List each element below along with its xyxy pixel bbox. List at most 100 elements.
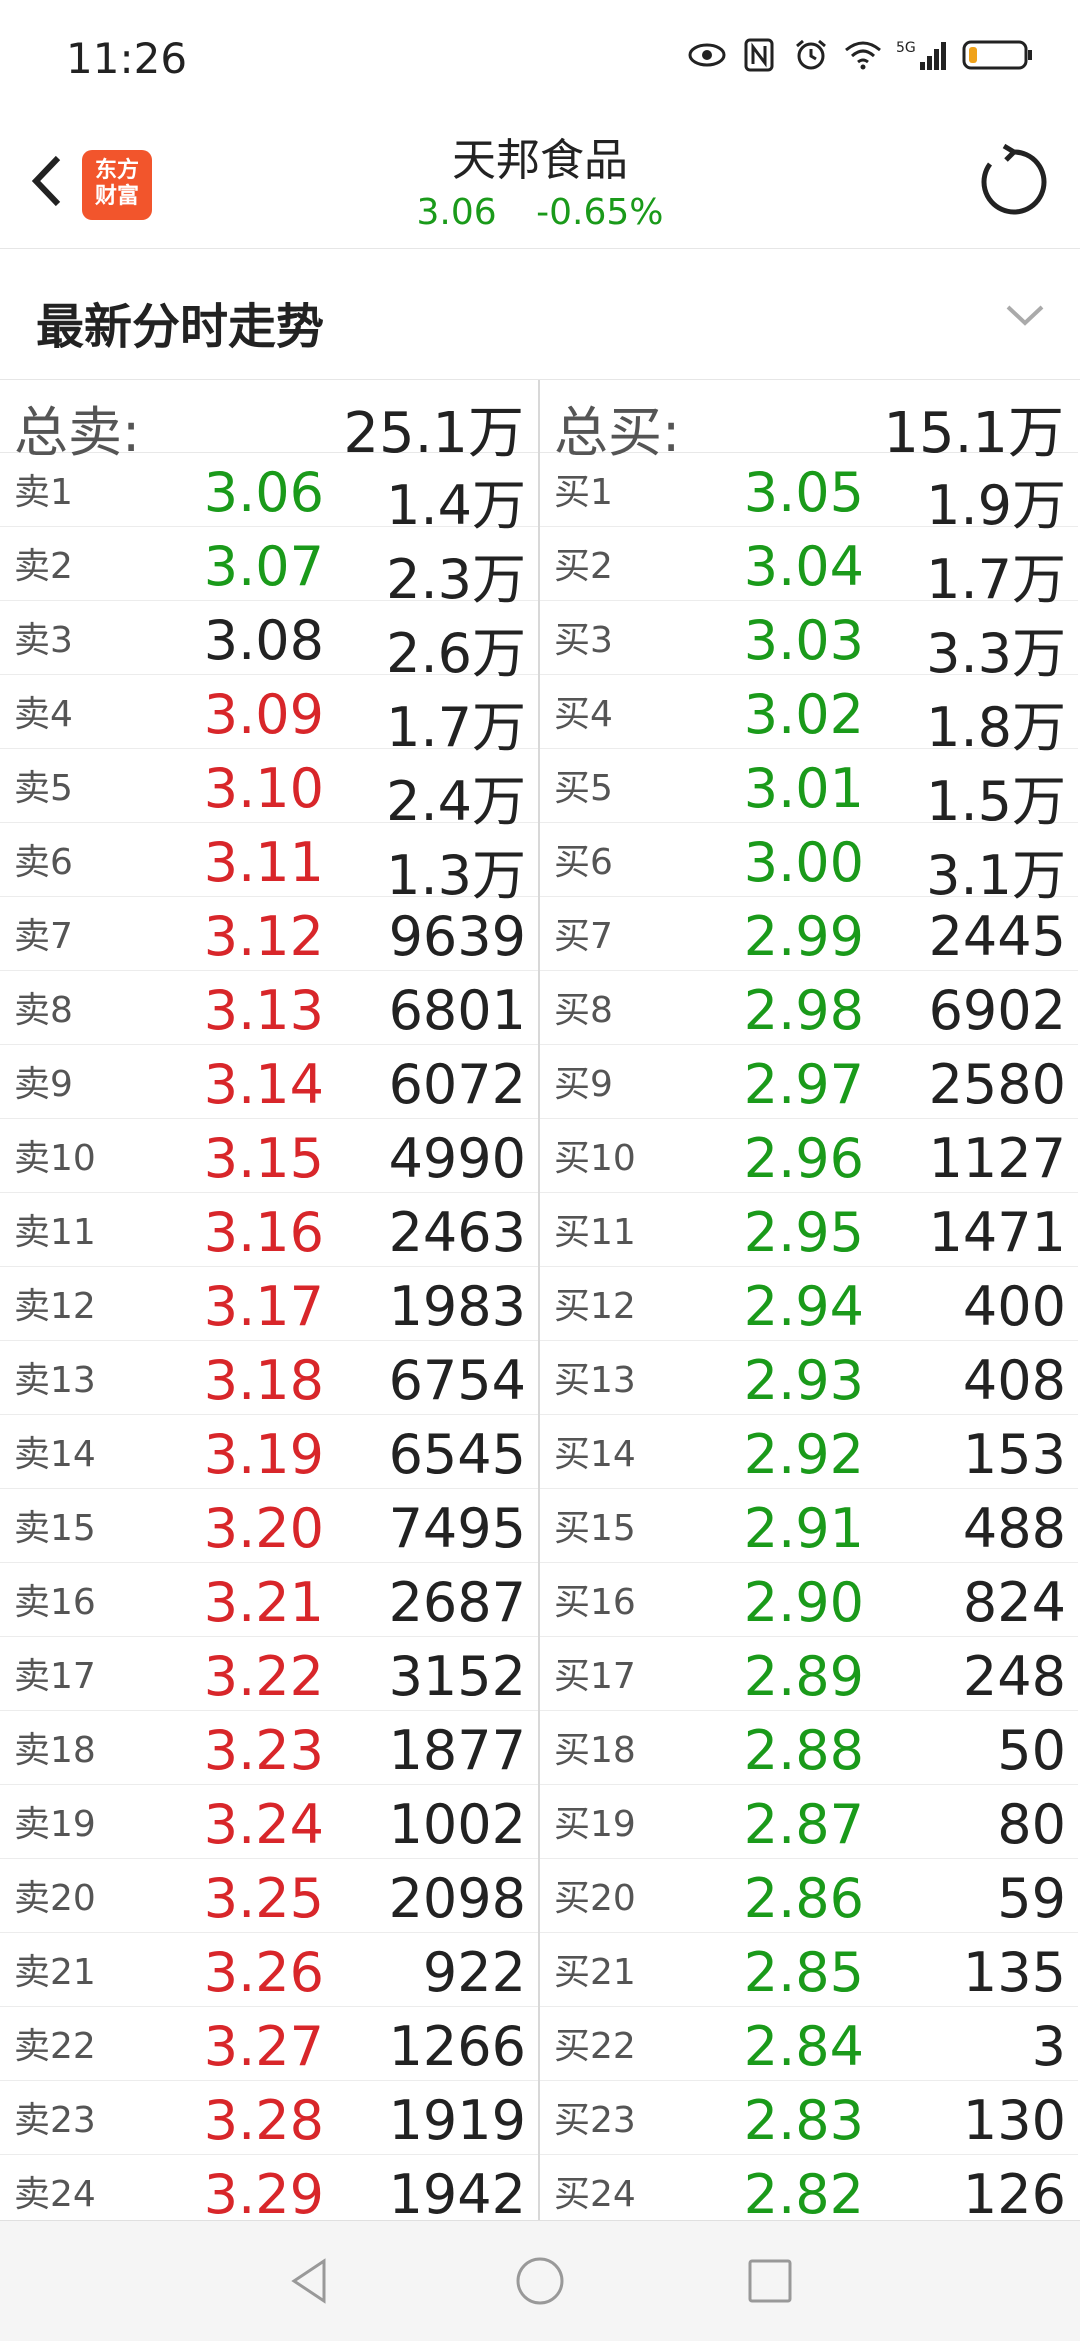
buy-row[interactable]: 买2 3.04 1.7万 (540, 527, 1078, 611)
buy-volume: 50 (997, 1719, 1066, 1782)
sell-row[interactable]: 卖22 3.27 1266 (0, 2007, 538, 2081)
sell-row[interactable]: 卖17 3.22 3152 (0, 1637, 538, 1711)
sell-price: 3.25 (203, 1867, 324, 1930)
sell-row[interactable]: 卖11 3.16 2463 (0, 1193, 538, 1267)
sell-row[interactable]: 卖10 3.15 4990 (0, 1119, 538, 1193)
buy-row[interactable]: 买3 3.03 3.3万 (540, 601, 1078, 685)
buy-row[interactable]: 买22 2.84 3 (540, 2007, 1078, 2081)
buy-volume: 248 (962, 1645, 1066, 1708)
buy-row[interactable]: 买23 2.83 130 (540, 2081, 1078, 2155)
sell-row[interactable]: 卖15 3.20 7495 (0, 1489, 538, 1563)
sell-volume: 1002 (388, 1793, 526, 1856)
buy-row[interactable]: 买15 2.91 488 (540, 1489, 1078, 1563)
buy-row[interactable]: 买17 2.89 248 (540, 1637, 1078, 1711)
sell-volume: 1919 (388, 2089, 526, 2152)
buy-row[interactable]: 买18 2.88 50 (540, 1711, 1078, 1785)
buy-volume: 400 (962, 1275, 1066, 1338)
buy-row[interactable]: 买20 2.86 59 (540, 1859, 1078, 1933)
buy-row[interactable]: 买7 2.99 2445 (540, 897, 1078, 971)
sell-row[interactable]: 卖12 3.17 1983 (0, 1267, 538, 1341)
buy-row[interactable]: 买8 2.98 6902 (540, 971, 1078, 1045)
buy-price: 2.99 (743, 905, 864, 968)
buy-level-label: 买19 (554, 1804, 636, 1845)
buy-row[interactable]: 买9 2.97 2580 (540, 1045, 1078, 1119)
sell-volume: 1983 (388, 1275, 526, 1338)
buy-price: 2.84 (743, 2015, 864, 2078)
sell-row[interactable]: 卖7 3.12 9639 (0, 897, 538, 971)
buy-volume: 59 (997, 1867, 1066, 1930)
sell-row[interactable]: 卖21 3.26 922 (0, 1933, 538, 2007)
buy-volume: 135 (962, 1941, 1066, 2004)
sell-column: 总卖: 25.1万 卖1 3.06 1.4万 卖2 3.07 2.3万 卖3 3.08 2.6万… (0, 380, 538, 2220)
buy-price: 2.96 (743, 1127, 864, 1190)
buy-level-label: 买3 (554, 620, 613, 661)
buy-price: 3.02 (743, 683, 864, 746)
buy-price: 2.88 (743, 1719, 864, 1782)
buy-row[interactable]: 买21 2.85 135 (540, 1933, 1078, 2007)
stock-header: 东方 财富 天邦食品 3.06 -0.65% (0, 120, 1080, 249)
sell-price: 3.14 (203, 1053, 324, 1116)
buy-row[interactable]: 买5 3.01 1.5万 (540, 749, 1078, 833)
eye-icon (688, 36, 726, 74)
buy-row[interactable]: 买24 2.82 126 (540, 2155, 1078, 2220)
refresh-button[interactable] (974, 142, 1054, 222)
chevron-down-icon[interactable] (1000, 291, 1050, 341)
intraday-trend-section[interactable]: 最新分时走势 (0, 249, 1080, 380)
sell-row[interactable]: 卖23 3.28 1919 (0, 2081, 538, 2155)
sell-row[interactable]: 卖5 3.10 2.4万 (0, 749, 538, 833)
refresh-icon (981, 143, 1047, 215)
svg-text:5G: 5G (896, 40, 916, 56)
sell-volume: 2098 (388, 1867, 526, 1930)
sell-row[interactable]: 卖3 3.08 2.6万 (0, 601, 538, 685)
sell-row[interactable]: 卖4 3.09 1.7万 (0, 675, 538, 759)
buy-row[interactable]: 买13 2.93 408 (540, 1341, 1078, 1415)
sell-level-label: 卖19 (14, 1804, 96, 1845)
sell-level-label: 卖17 (14, 1656, 96, 1697)
buy-row[interactable]: 买16 2.90 824 (540, 1563, 1078, 1637)
buy-level-label: 买9 (554, 1064, 613, 1105)
sell-row[interactable]: 卖20 3.25 2098 (0, 1859, 538, 1933)
buy-row[interactable]: 买14 2.92 153 (540, 1415, 1078, 1489)
sell-volume: 1942 (388, 2163, 526, 2220)
sell-row[interactable]: 卖9 3.14 6072 (0, 1045, 538, 1119)
sell-row[interactable]: 卖18 3.23 1877 (0, 1711, 538, 1785)
nav-recents-button[interactable] (740, 2251, 800, 2311)
buy-row[interactable]: 买4 3.02 1.8万 (540, 675, 1078, 759)
buy-row[interactable]: 买12 2.94 400 (540, 1267, 1078, 1341)
sell-row[interactable]: 卖2 3.07 2.3万 (0, 527, 538, 611)
sell-row[interactable]: 卖1 3.06 1.4万 (0, 453, 538, 537)
status-icons: 5G (688, 36, 1034, 74)
sell-volume: 6072 (388, 1053, 526, 1116)
nav-back-button[interactable] (280, 2251, 340, 2311)
home-icon (516, 2257, 564, 2305)
sell-price: 3.12 (203, 905, 324, 968)
sell-row[interactable]: 卖6 3.11 1.3万 (0, 823, 538, 907)
sell-volume: 1266 (388, 2015, 526, 2078)
sell-level-label: 卖20 (14, 1878, 96, 1919)
buy-row[interactable]: 买11 2.95 1471 (540, 1193, 1078, 1267)
sell-price: 3.09 (203, 683, 324, 746)
buy-row[interactable]: 买6 3.00 3.1万 (540, 823, 1078, 907)
sell-row[interactable]: 卖8 3.13 6801 (0, 971, 538, 1045)
buy-level-label: 买2 (554, 546, 613, 587)
sell-volume: 4990 (388, 1127, 526, 1190)
buy-level-label: 买7 (554, 916, 613, 957)
sell-row[interactable]: 卖24 3.29 1942 (0, 2155, 538, 2220)
sell-row[interactable]: 卖13 3.18 6754 (0, 1341, 538, 1415)
buy-row[interactable]: 买1 3.05 1.9万 (540, 453, 1078, 537)
buy-price: 2.82 (743, 2163, 864, 2220)
buy-level-label: 买21 (554, 1952, 636, 1993)
nav-home-button[interactable] (510, 2251, 570, 2311)
buy-level-label: 买24 (554, 2174, 636, 2215)
buy-level-label: 买20 (554, 1878, 636, 1919)
buy-price: 3.01 (743, 757, 864, 820)
sell-row[interactable]: 卖14 3.19 6545 (0, 1415, 538, 1489)
sell-volume: 1877 (388, 1719, 526, 1782)
sell-level-label: 卖23 (14, 2100, 96, 2141)
buy-volume: 3 (1031, 2015, 1066, 2078)
sell-row[interactable]: 卖19 3.24 1002 (0, 1785, 538, 1859)
buy-row[interactable]: 买10 2.96 1127 (540, 1119, 1078, 1193)
sell-volume: 2463 (388, 1201, 526, 1264)
sell-row[interactable]: 卖16 3.21 2687 (0, 1563, 538, 1637)
buy-row[interactable]: 买19 2.87 80 (540, 1785, 1078, 1859)
